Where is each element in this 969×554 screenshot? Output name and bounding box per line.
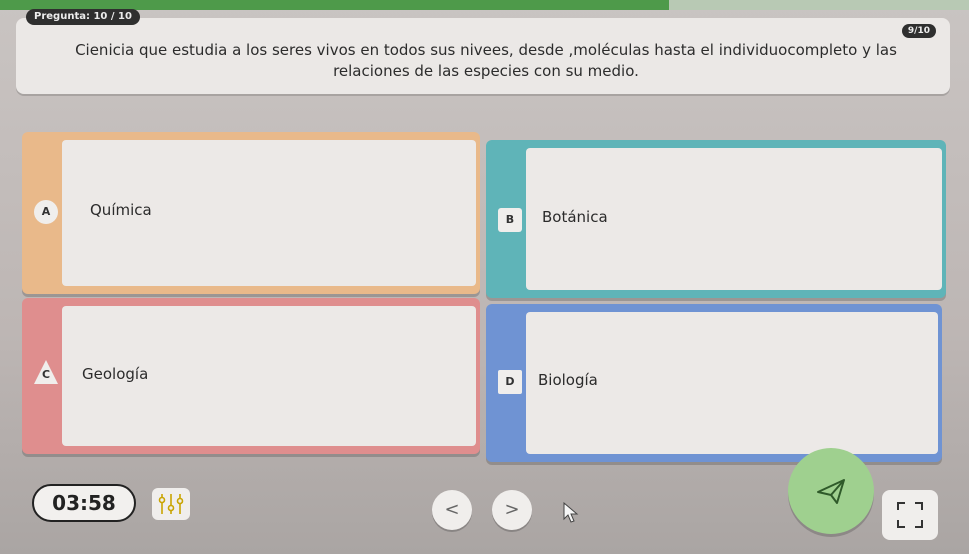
option-c-text: Geología [82,365,149,383]
question-number-label: Pregunta: 10 / 10 [26,9,140,25]
option-d-text: Biología [538,371,598,389]
countdown-timer: 03:58 [32,484,136,522]
option-a-text: Química [90,201,152,219]
fullscreen-button[interactable] [882,490,938,540]
sliders-icon[interactable] [152,488,190,520]
option-a-letter: A [34,200,58,224]
submit-button[interactable] [788,448,874,534]
question-text: Cienicia que estudia a los seres vivos e… [75,41,897,80]
option-d-letter: D [498,370,522,394]
paper-plane-icon [817,479,845,504]
progress-remaining [669,0,969,10]
question-card: Cienicia que estudia a los seres vivos e… [16,18,950,94]
mouse-cursor-icon [563,501,579,528]
option-c[interactable]: C Geología [22,298,480,454]
fullscreen-icon [897,502,923,528]
option-a[interactable]: A Química [22,132,480,294]
question-count-badge: 9/10 [901,24,936,38]
option-b-text: Botánica [542,208,608,226]
option-b-letter: B [498,208,522,232]
previous-button[interactable]: < [432,490,472,530]
option-d[interactable]: D Biología [486,304,942,462]
progress-bar [0,0,969,10]
option-c-letter: C [34,360,58,384]
quiz-screen: Cienicia que estudia a los seres vivos e… [0,0,969,554]
option-b[interactable]: B Botánica [486,140,946,298]
next-button[interactable]: > [492,490,532,530]
